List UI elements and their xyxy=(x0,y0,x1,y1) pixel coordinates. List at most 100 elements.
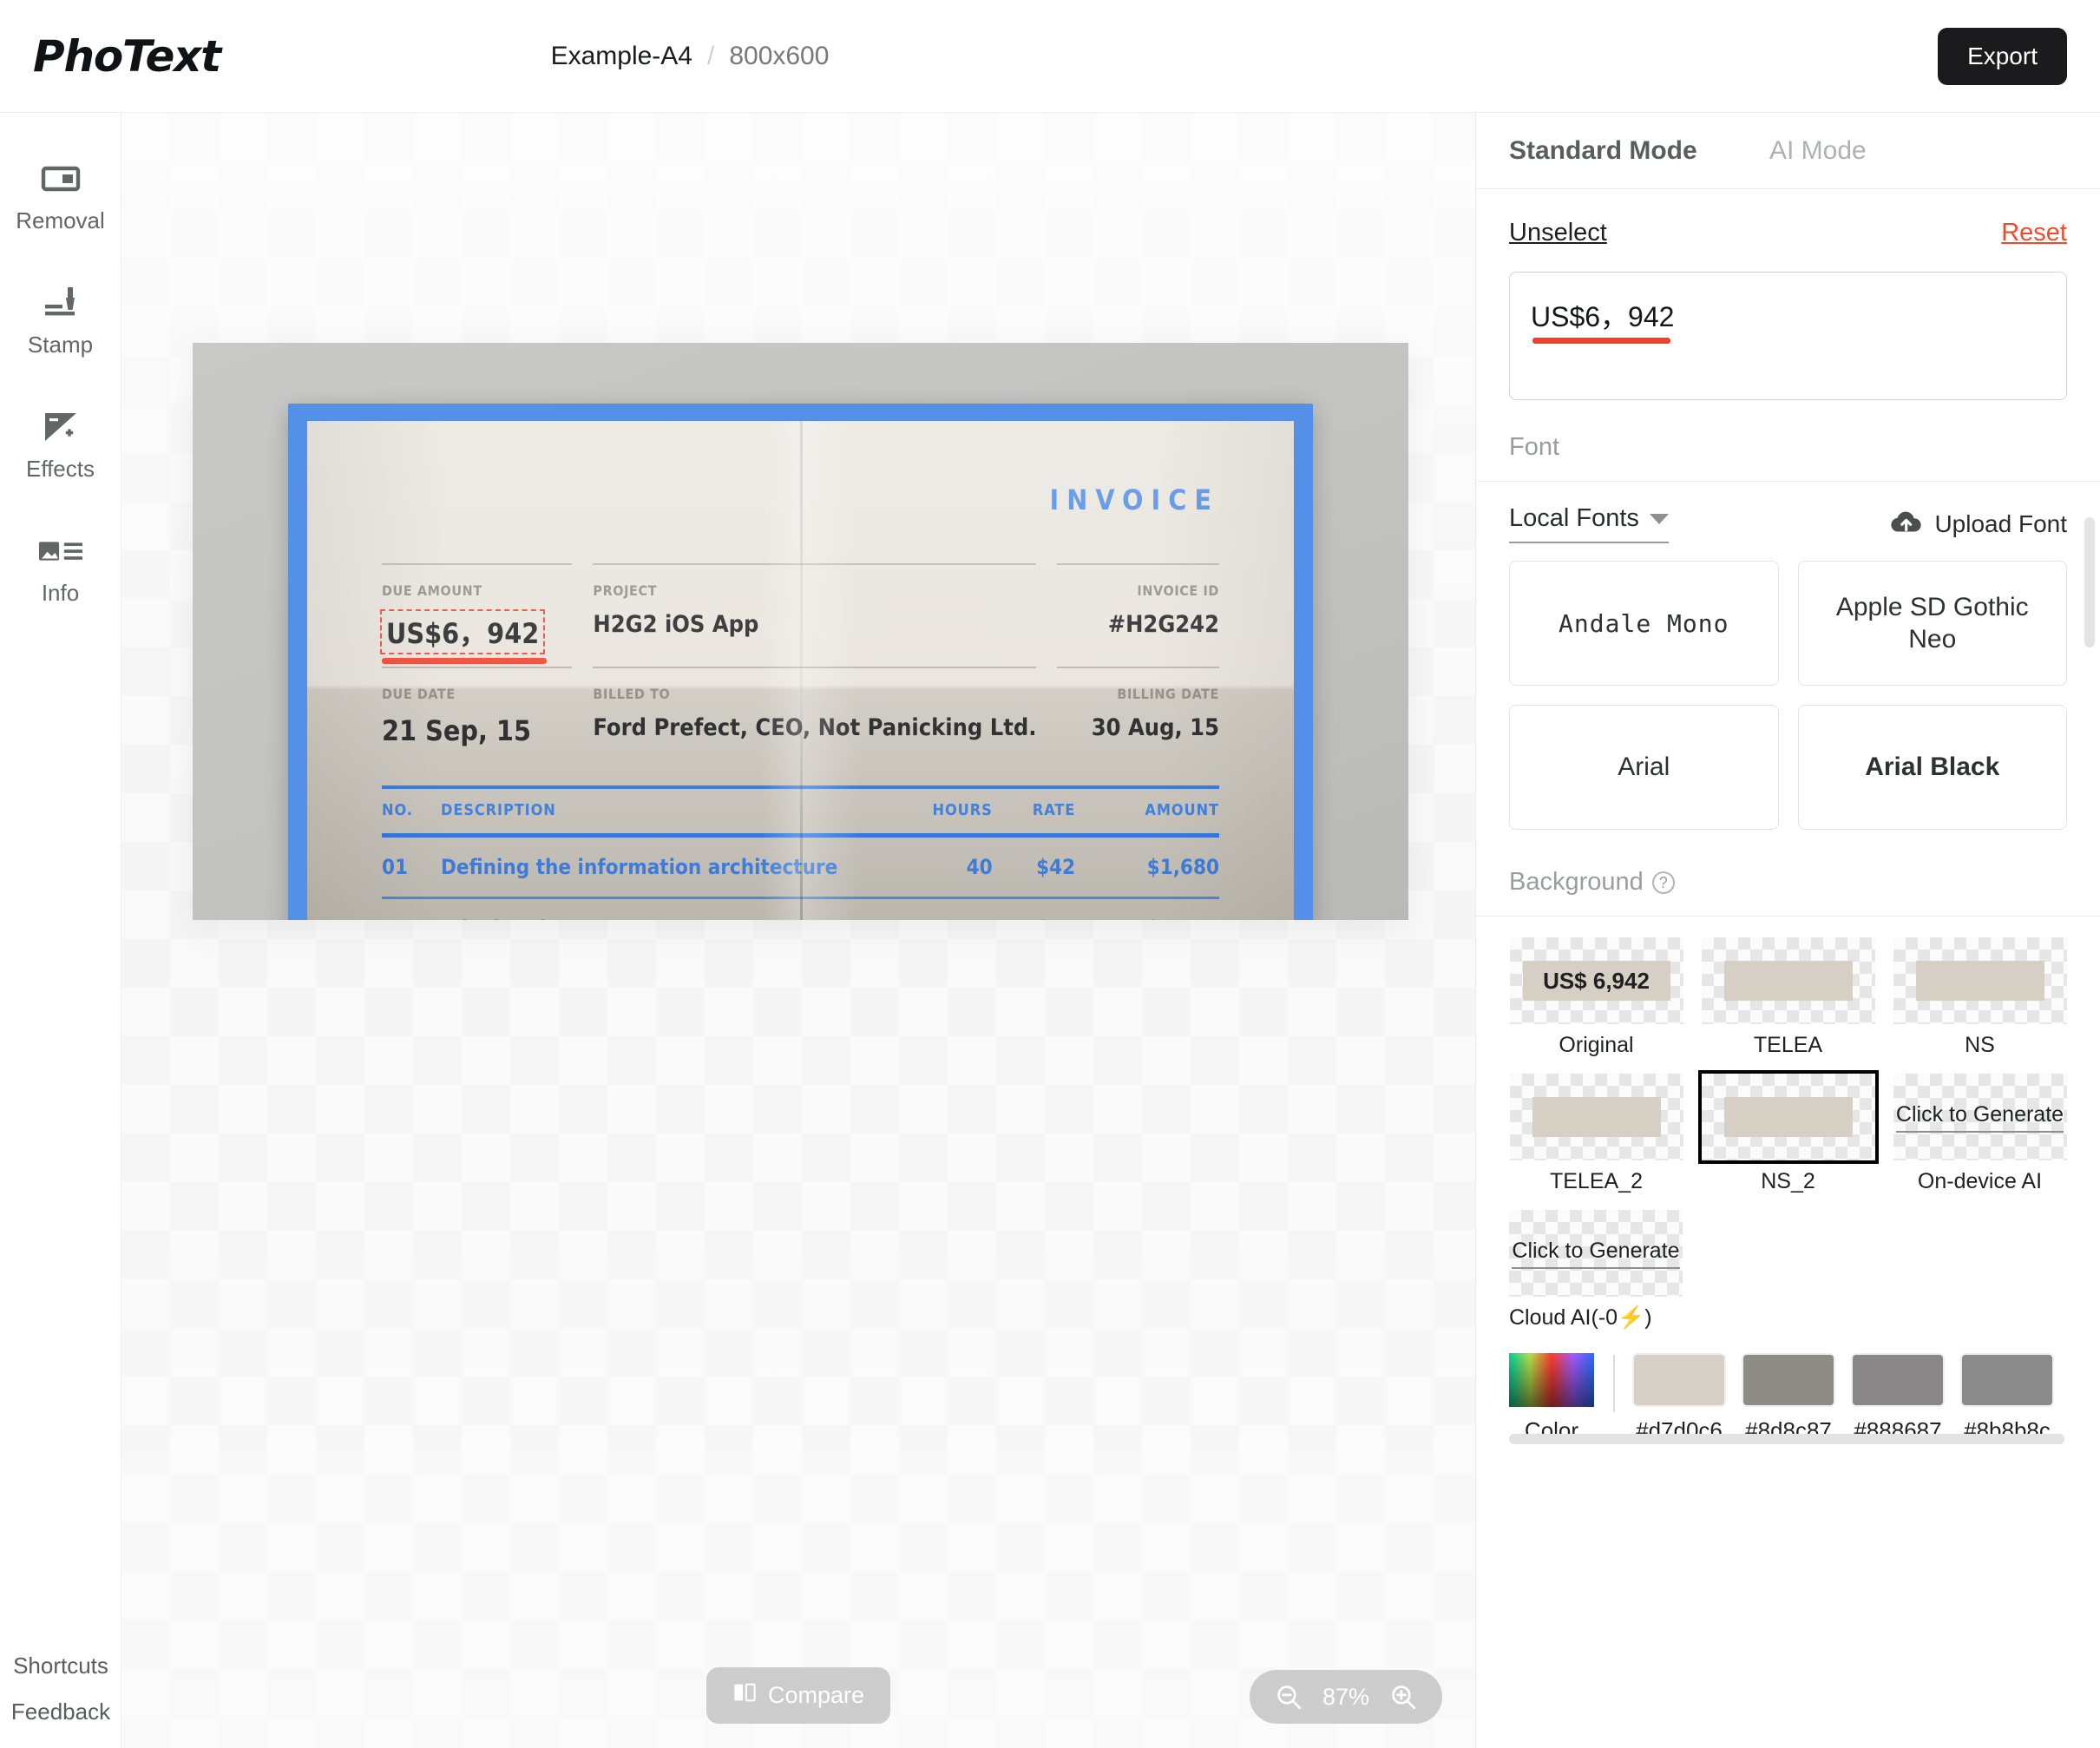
tool-rail: Removal Stamp Effects Info Shortcuts Fee… xyxy=(0,113,121,1748)
meta-due-amount: DUE AMOUNT US$6，942 xyxy=(379,563,573,667)
bg-label-original: Original xyxy=(1559,1033,1634,1057)
bg-preview-on-device-ai: Click to Generate xyxy=(1893,1074,2067,1160)
font-toolbar: Local Fonts Upload Font xyxy=(1476,482,2100,549)
color-picker[interactable]: Color xyxy=(1509,1353,1613,1444)
app-logo: PhoText xyxy=(33,30,221,82)
tool-info[interactable]: Info xyxy=(12,529,109,604)
meta-billed-to-value[interactable]: Ford Prefect, CEO, Not Panicking Ltd. xyxy=(593,714,1036,741)
selected-text-region[interactable]: US$6，942 xyxy=(379,609,548,664)
font-card-arial-black[interactable]: Arial Black xyxy=(1797,705,2067,830)
meta-project-value[interactable]: H2G2 iOS App xyxy=(593,611,1036,638)
cell-description: Defining the information architecture xyxy=(441,835,876,899)
font-card-apple-sd-gothic[interactable]: Apple SD Gothic Neo xyxy=(1797,561,2067,686)
color-chip-1[interactable]: #d7d0c6 xyxy=(1632,1353,1726,1444)
tab-standard-mode[interactable]: Standard Mode xyxy=(1509,136,1769,166)
color-chip-3-box xyxy=(1851,1353,1945,1407)
selection-actions: Unselect Reset xyxy=(1476,189,2100,247)
tab-ai-mode[interactable]: AI Mode xyxy=(1769,136,1867,166)
bg-option-telea-2[interactable]: TELEA_2 xyxy=(1509,1074,1683,1194)
bg-option-telea[interactable]: TELEA xyxy=(1701,937,1875,1058)
font-card-andale-mono[interactable]: Andale Mono xyxy=(1509,561,1779,686)
color-chip-4[interactable]: #8b8b8c xyxy=(1960,1353,2054,1444)
mode-tabs: Standard Mode AI Mode xyxy=(1476,113,2100,189)
bg-label-on-device-ai: On-device AI xyxy=(1917,1169,2043,1193)
text-edit-value: US$6，942 xyxy=(1531,295,1674,344)
color-row-scrollbar[interactable] xyxy=(1509,1434,2064,1444)
cell-hours: 30 xyxy=(876,897,993,920)
breadcrumb-dimensions: 800x600 xyxy=(729,41,830,70)
meta-due-amount-value[interactable]: US$6，942 xyxy=(379,609,572,664)
bg-option-original[interactable]: US$ 6,942 Original xyxy=(1509,937,1683,1058)
info-icon xyxy=(38,529,83,574)
font-grid: Andale Mono Apple SD Gothic Neo Arial Ar… xyxy=(1476,549,2100,835)
meta-invoice-id: INVOICE ID #H2G242 xyxy=(1057,563,1219,667)
bg-option-ns[interactable]: NS xyxy=(1893,937,2067,1058)
zoom-controls: 87% xyxy=(1249,1670,1442,1724)
breadcrumb-document-name[interactable]: Example-A4 xyxy=(551,42,692,71)
background-section-label: Background xyxy=(1509,868,1644,896)
unselect-link[interactable]: Unselect xyxy=(1509,219,1607,247)
tool-stamp[interactable]: Stamp xyxy=(12,280,109,356)
bg-label-telea: TELEA xyxy=(1753,1033,1823,1057)
tool-stamp-label: Stamp xyxy=(27,332,94,358)
col-no: NO. xyxy=(382,785,441,838)
bg-option-on-device-ai[interactable]: Click to Generate On-device AI xyxy=(1893,1074,2067,1194)
compare-button[interactable]: Compare xyxy=(705,1667,891,1724)
feedback-link[interactable]: Feedback xyxy=(11,1699,110,1725)
photo-mockup[interactable]: INVOICE DUE AMOUNT US$6，942 PROJECT H2G2… xyxy=(193,343,1408,920)
tool-effects[interactable]: Effects xyxy=(12,404,109,480)
cell-amount: $1,680 xyxy=(1075,835,1219,899)
panel-scrollbar-thumb[interactable] xyxy=(2084,517,2095,647)
cell-rate: $42 xyxy=(992,897,1076,920)
color-chip-2[interactable]: #8d8c87 xyxy=(1742,1353,1835,1444)
bg-label-telea-2: TELEA_2 xyxy=(1549,1169,1643,1193)
text-edit-input[interactable]: US$6，942 xyxy=(1509,272,2067,400)
meta-project: PROJECT H2G2 iOS App xyxy=(593,563,1037,667)
color-gradient-icon xyxy=(1509,1353,1594,1407)
bg-option-ns-2[interactable]: NS_2 xyxy=(1697,1070,1879,1194)
col-rate: RATE xyxy=(992,785,1076,838)
top-bar: PhoText Example-A4 / 800x600 Export xyxy=(0,0,2100,113)
font-card-arial[interactable]: Arial xyxy=(1509,705,1779,830)
bg-preview-telea-2 xyxy=(1509,1074,1683,1160)
right-panel: Standard Mode AI Mode Unselect Reset US$… xyxy=(1475,113,2100,1748)
bg-preview-ns-2 xyxy=(1697,1070,1879,1164)
help-icon[interactable]: ? xyxy=(1651,871,1675,894)
bg-option-cloud-ai[interactable]: Click to Generate Cloud AI(-0⚡) xyxy=(1476,1194,1716,1331)
editor-canvas[interactable]: INVOICE DUE AMOUNT US$6，942 PROJECT H2G2… xyxy=(121,113,1475,1748)
zoom-out-icon[interactable] xyxy=(1274,1682,1303,1712)
font-section-title: Font xyxy=(1476,400,2100,482)
upload-font-button[interactable]: Upload Font xyxy=(1889,508,2067,540)
meta-billing-date-value[interactable]: 30 Aug, 15 xyxy=(1057,714,1219,741)
bg-preview-ns xyxy=(1893,937,2067,1024)
meta-invoice-id-value[interactable]: #H2G242 xyxy=(1057,611,1219,638)
rail-footer: Shortcuts Feedback xyxy=(0,1653,121,1725)
font-section-label: Font xyxy=(1509,433,1560,461)
meta-billing-date-label: BILLING DATE xyxy=(1117,686,1219,702)
meta-due-date-label: DUE DATE xyxy=(382,686,456,702)
stamp-icon xyxy=(38,280,83,325)
reset-link[interactable]: Reset xyxy=(2001,219,2067,247)
meta-due-amount-label: DUE AMOUNT xyxy=(382,582,482,599)
compare-icon xyxy=(732,1680,757,1711)
tool-removal[interactable]: Removal xyxy=(12,156,109,232)
meta-due-date-value[interactable]: 21 Sep, 15 xyxy=(382,714,572,747)
invoice-book: INVOICE DUE AMOUNT US$6，942 PROJECT H2G2… xyxy=(288,404,1313,920)
zoom-in-icon[interactable] xyxy=(1388,1682,1418,1712)
font-source-dropdown[interactable]: Local Fonts xyxy=(1509,504,1669,543)
cell-description: Wireframing xyxy=(441,897,876,920)
generate-label-cloud: Click to Generate xyxy=(1512,1238,1680,1269)
breadcrumb: Example-A4 / 800x600 xyxy=(551,42,830,71)
font-source-label: Local Fonts xyxy=(1509,504,1639,532)
cell-amount: $1,260 xyxy=(1075,897,1219,920)
generate-label-on-device: Click to Generate xyxy=(1895,1101,2064,1133)
export-button[interactable]: Export xyxy=(1938,27,2067,85)
tool-removal-label: Removal xyxy=(16,207,105,233)
color-chip-3[interactable]: #888687 xyxy=(1851,1353,1945,1444)
bg-preview-original: US$ 6,942 xyxy=(1509,937,1683,1024)
shortcuts-link[interactable]: Shortcuts xyxy=(13,1653,108,1679)
color-chip-2-box xyxy=(1742,1353,1835,1407)
meta-due-date: DUE DATE 21 Sep, 15 xyxy=(382,667,573,761)
tool-effects-label: Effects xyxy=(25,456,95,482)
zoom-level-value: 87% xyxy=(1322,1683,1369,1710)
